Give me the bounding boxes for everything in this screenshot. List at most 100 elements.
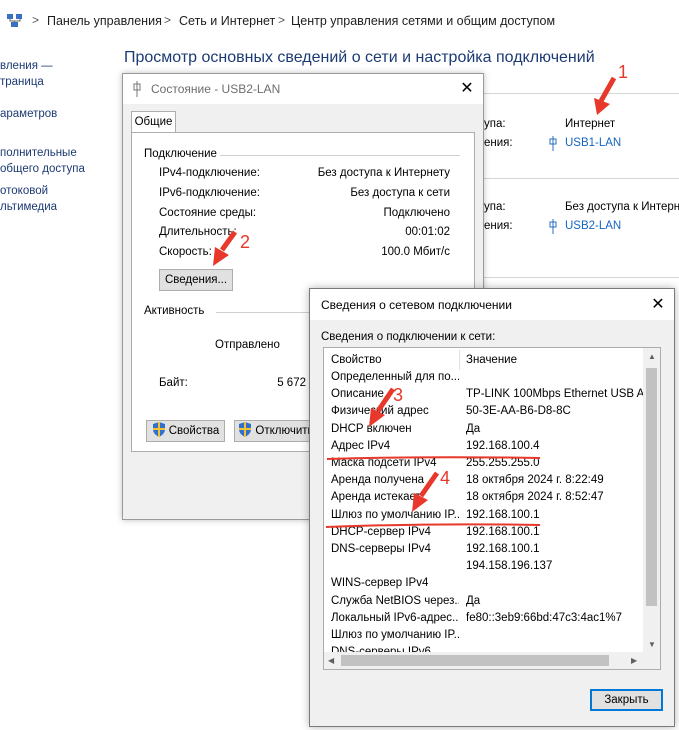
details-dialog-title: Сведения о сетевом подключении	[321, 298, 512, 312]
sidebar-link[interactable]: вления —	[0, 60, 53, 72]
property-cell: Шлюз по умолчанию IP...	[331, 629, 459, 641]
property-cell: DNS-серверы IPv4	[331, 543, 431, 555]
value-cell: 192.168.100.1	[466, 525, 540, 538]
chevron-right-icon: >	[164, 13, 172, 27]
details-row[interactable]: Служба NetBIOS через... Да	[324, 595, 644, 612]
details-row[interactable]: 194.158.196.137	[324, 560, 644, 577]
value-cell: 192.168.100.1	[466, 543, 540, 555]
divider	[220, 155, 460, 156]
ipv6-connection-value: Без доступа к сети	[350, 187, 450, 199]
value-cell: 192.168.100.1	[466, 508, 540, 521]
shield-icon	[239, 422, 252, 437]
close-icon[interactable]: ✕	[456, 78, 478, 100]
address-bar[interactable]: > Панель управления > Сеть и Интернет > …	[0, 0, 679, 44]
bytes-label: Байт:	[159, 377, 188, 389]
connection-group-label: Подключение	[144, 148, 217, 160]
network-center-icon	[7, 14, 22, 27]
details-row[interactable]: Аренда получена 18 октября 2024 г. 8:22:4…	[324, 474, 644, 491]
sidebar-link[interactable]: траница	[0, 76, 44, 88]
media-state-label: Состояние среды:	[159, 207, 257, 219]
sidebar-link[interactable]: льтимедиа	[0, 201, 57, 213]
vertical-scrollbar[interactable]: ▲ ▼	[643, 348, 660, 653]
activity-group-label: Активность	[144, 305, 205, 317]
details-row[interactable]: Шлюз по умолчанию IP...	[324, 629, 644, 646]
property-cell: Физический адрес	[331, 405, 429, 418]
scroll-down-icon[interactable]: ▼	[648, 640, 656, 649]
property-cell: Аренда истекает	[331, 491, 421, 504]
close-icon[interactable]: ✕	[647, 294, 669, 316]
details-row[interactable]: Маска подсети IPv4 255.255.255.0	[324, 457, 644, 474]
sidebar-link[interactable]: общего доступа	[0, 163, 85, 175]
value-cell: 18 октября 2024 г. 8:52:47	[466, 491, 604, 504]
connection-link-usb2[interactable]: USB2-LAN	[565, 220, 621, 232]
details-row[interactable]: DHCP-сервер IPv4 192.168.100.1	[324, 526, 644, 543]
details-dialog: Сведения о сетевом подключении ✕ Сведени…	[309, 288, 675, 727]
access-type-label: упа:	[484, 118, 506, 130]
disable-button-label: Отключить	[255, 425, 314, 437]
close-button[interactable]: Закрыть	[590, 689, 663, 711]
property-cell: Определенный для по...	[331, 371, 459, 383]
annotation-number: 1	[618, 62, 629, 82]
property-cell: Служба NetBIOS через...	[331, 594, 459, 607]
details-row[interactable]: Локальный IPv6-адрес... fe80::3eb9:66bd:4…	[324, 612, 644, 629]
breadcrumb-item[interactable]: Центр управления сетями и общим доступом	[291, 14, 555, 28]
property-cell: WINS-сервер IPv4	[331, 577, 429, 590]
sent-label: Отправлено	[215, 339, 280, 351]
annotation-number: 4	[440, 468, 451, 488]
scroll-thumb[interactable]	[341, 655, 609, 666]
sidebar-link[interactable]: араметров	[0, 108, 57, 120]
ethernet-icon	[549, 136, 557, 151]
annotation-number: 2	[240, 232, 251, 252]
property-cell: DHCP-сервер IPv4	[331, 525, 431, 538]
breadcrumb-item[interactable]: Сеть и Интернет	[179, 14, 275, 28]
scroll-right-icon[interactable]: ▶	[631, 656, 637, 665]
ipv6-connection-label: IPv6-подключение:	[159, 187, 260, 199]
column-header-property[interactable]: Свойство	[331, 354, 382, 366]
details-row[interactable]: Физический адрес 50-3E-AA-B6-D8-8C	[324, 405, 644, 422]
connection-link-usb1[interactable]: USB1-LAN	[565, 137, 621, 149]
value-cell: Да	[466, 422, 481, 435]
scrollbar-corner	[643, 652, 660, 669]
details-row[interactable]: Шлюз по умолчанию IP... 192.168.100.1	[324, 509, 644, 526]
access-type-label: упа:	[484, 201, 506, 213]
value-cell: 194.158.196.137	[466, 560, 553, 573]
tab-general[interactable]: Общие	[131, 111, 176, 133]
column-header-value[interactable]: Значение	[466, 354, 517, 366]
property-cell: Адрес IPv4	[331, 439, 391, 452]
details-row[interactable]: WINS-сервер IPv4	[324, 577, 644, 594]
breadcrumb-item[interactable]: Панель управления	[47, 14, 162, 28]
details-list[interactable]: Свойство Значение Определенный для по...…	[323, 347, 661, 670]
disable-button[interactable]: Отключить	[234, 420, 318, 442]
duration-label: Длительность:	[159, 226, 237, 238]
details-row[interactable]: Адрес IPv4 192.168.100.4	[324, 440, 644, 457]
duration-value: 00:01:02	[405, 226, 450, 238]
speed-value: 100.0 Мбит/с	[381, 246, 450, 258]
details-row[interactable]: Описание TP-LINK 100Mbps Ethernet USB Ada	[324, 388, 646, 405]
column-separator[interactable]	[459, 350, 460, 370]
sidebar-link[interactable]: отоковой	[0, 185, 48, 197]
details-row[interactable]: Определенный для по...	[324, 371, 644, 388]
value-cell: 50-3E-AA-B6-D8-8C	[466, 405, 571, 418]
scroll-left-icon[interactable]: ◀	[328, 656, 334, 665]
properties-button-label: Свойства	[168, 425, 220, 437]
speed-label: Скорость:	[159, 246, 212, 258]
details-dialog-titlebar[interactable]: Сведения о сетевом подключении ✕	[310, 289, 674, 320]
details-row[interactable]: Аренда истекает 18 октября 2024 г. 8:52:4…	[324, 491, 644, 508]
annotation-arrow-icon	[594, 76, 617, 115]
chevron-right-icon: >	[278, 13, 286, 27]
ipv4-connection-label: IPv4-подключение:	[159, 167, 260, 179]
value-cell: 18 октября 2024 г. 8:22:49	[466, 474, 604, 487]
status-dialog-titlebar[interactable]: Состояние - USB2-LAN ✕	[123, 74, 483, 104]
horizontal-scrollbar[interactable]: ◀ ▶	[324, 652, 644, 669]
scroll-up-icon[interactable]: ▲	[648, 352, 656, 361]
sidebar-link[interactable]: полнительные	[0, 147, 77, 159]
details-row[interactable]: DNS-серверы IPv4 192.168.100.1	[324, 543, 644, 560]
details-row[interactable]: DHCP включен Да	[324, 423, 644, 440]
scroll-thumb[interactable]	[646, 368, 657, 606]
access-type-value: Без доступа к Интерн	[565, 201, 679, 213]
divider	[484, 277, 679, 278]
details-button[interactable]: Сведения...	[159, 269, 233, 291]
properties-button[interactable]: Свойства	[146, 420, 225, 442]
status-dialog-title: Состояние - USB2-LAN	[151, 82, 281, 96]
value-cell: TP-LINK 100Mbps Ethernet USB Ada	[466, 388, 646, 401]
